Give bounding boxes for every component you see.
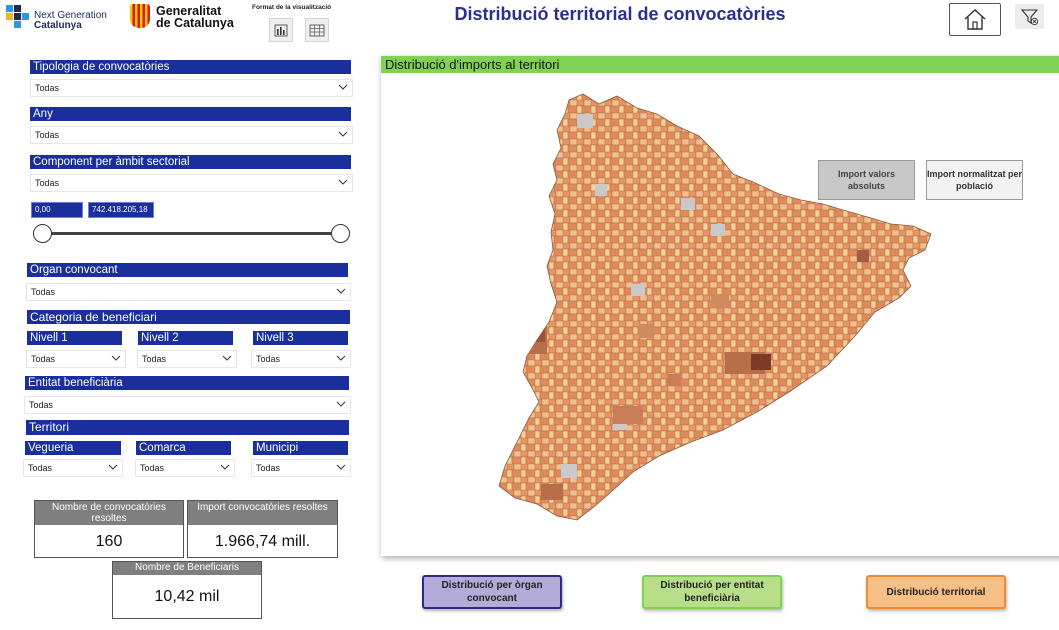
home-icon [964,9,986,30]
any-filter-header: Any [30,107,351,121]
slider-min-handle[interactable] [33,224,52,243]
range-max-input[interactable]: 742.418.205,18 [88,202,154,218]
catalonia-choropleth-map[interactable] [381,74,941,554]
nivell2-dropdown[interactable]: Todas [137,350,237,368]
map-title: Distribució d'imports al territori [381,56,1059,73]
comarca-header: Comarca [136,441,231,455]
gen-logo-line2: de Catalunya [156,16,234,30]
tipologia-value: Todas [35,83,60,93]
chart-view-button[interactable] [269,18,293,42]
vegueria-header: Vegueria [25,441,121,455]
municipi-value: Todas [256,463,281,473]
clear-filters-button[interactable] [1015,4,1044,29]
ngc-logo-line2: Catalunya [34,20,82,31]
nivell3-dropdown[interactable]: Todas [251,350,351,368]
nivell2-header: Nivell 2 [138,331,233,345]
entitat-filter-header: Entitat beneficiària [25,376,349,390]
territory-map-card: Distribució d'imports al territori Impor… [381,56,1059,556]
any-value: Todas [35,130,60,140]
organ-value: Todas [31,287,56,297]
nav-organ-button[interactable]: Distribució per òrgan convocant [422,575,562,609]
categoria-filter-header: Categoria de beneficiari [27,310,350,324]
tipologia-dropdown[interactable]: Todas [30,79,353,97]
territori-filter-header: Territori [26,420,349,435]
entitat-value: Todas [29,400,54,410]
nivell1-dropdown[interactable]: Todas [26,350,126,368]
table-view-button[interactable] [305,18,329,42]
component-filter-header: Component per àmbit sectorial [30,155,351,169]
table-icon [309,24,325,37]
organ-dropdown[interactable]: Todas [26,283,351,301]
vegueria-value: Todas [28,463,53,473]
generalitat-logo: Generalitat de Catalunya [130,4,240,32]
chevron-down-icon [338,179,348,185]
chevron-down-icon [336,464,346,470]
municipi-header: Municipi [253,441,348,455]
chevron-down-icon [220,464,230,470]
kpi-convocatories-value: 160 [95,533,123,550]
kpi-beneficiaris-card: Nombre de Beneficiaris 10,42 mil [112,561,262,619]
chevron-down-icon [336,355,346,361]
comarca-value: Todas [140,463,165,473]
chevron-down-icon [111,355,121,361]
tipologia-filter-header: Tipologia de convocatòries [30,60,351,74]
chevron-down-icon [336,288,346,294]
bar-chart-icon [274,24,288,37]
chevron-down-icon [222,355,232,361]
senyera-shield-icon [130,4,150,28]
kpi-beneficiaris-label: Nombre de Beneficiaris [113,562,261,575]
import-range-slider[interactable] [42,232,340,235]
home-button[interactable] [949,3,1001,36]
kpi-import-label: Import convocatòries resoltes [188,501,337,525]
nivell3-header: Nivell 3 [253,331,348,345]
nivell1-header: Nivell 1 [27,331,122,345]
nivell1-value: Todas [31,354,56,364]
nivell2-value: Todas [142,354,167,364]
catalonia-municipalities[interactable] [498,93,932,521]
organ-filter-header: Organ convocant [27,263,348,277]
kpi-import-card: Import convocatòries resoltes 1.966,74 m… [187,500,338,558]
import-normalized-button[interactable]: Import normalitzat per població [926,160,1023,200]
kpi-import-value: 1.966,74 mill. [214,533,311,550]
component-value: Todas [35,178,60,188]
chevron-down-icon [338,131,348,137]
import-absolute-button[interactable]: Import valors absoluts [818,160,915,200]
clear-filter-icon [1020,9,1039,26]
ngc-squares-icon [6,5,30,29]
page-title: Distribució territorial de convocatòries [454,4,786,24]
format-label: Format de la visualització [252,4,332,11]
any-dropdown[interactable]: Todas [30,126,353,144]
chevron-down-icon [108,464,118,470]
kpi-convocatories-card: Nombre de convocatòries resoltes 160 [34,500,184,558]
range-min-input[interactable]: 0,00 [31,202,83,218]
nav-territorial-button[interactable]: Distribució territorial [866,575,1006,609]
nav-entitat-button[interactable]: Distribució per entitat beneficiària [642,575,782,609]
chevron-down-icon [336,401,346,407]
kpi-beneficiaris-value: 10,42 mil [154,588,220,605]
entitat-dropdown[interactable]: Todas [24,396,351,414]
component-dropdown[interactable]: Todas [30,174,353,192]
nivell3-value: Todas [256,354,281,364]
slider-max-handle[interactable] [331,224,350,243]
next-generation-catalunya-logo: Next Generation Catalunya [6,5,116,33]
comarca-dropdown[interactable]: Todas [135,459,235,477]
vegueria-dropdown[interactable]: Todas [23,459,123,477]
chevron-down-icon [338,84,348,90]
kpi-convocatories-label: Nombre de convocatòries resoltes [35,501,183,525]
municipi-dropdown[interactable]: Todas [251,459,351,477]
